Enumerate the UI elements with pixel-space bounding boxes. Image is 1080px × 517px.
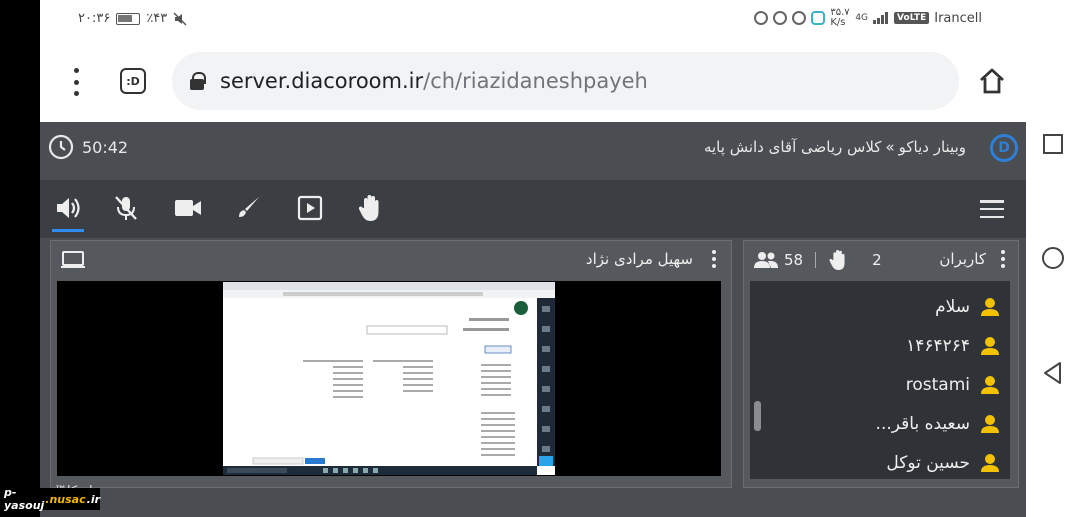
list-item[interactable]: سعیده باقر... (876, 414, 1000, 434)
watermark-highlight: .nusac (45, 492, 86, 506)
status-right: ۳۵.۷ K/s 4G VoLTE Irancell (754, 8, 982, 28)
clock: ۲۰:۳۶ (78, 11, 111, 26)
list-item[interactable]: سلام (935, 297, 1000, 317)
timer-value: 50:42 (82, 137, 129, 157)
webinar-toolbar (40, 180, 1026, 238)
watermark-prefix: p-yasouj (4, 486, 45, 512)
whatsapp-icon (754, 11, 769, 25)
user-name: حسین توکل (886, 453, 970, 473)
chrome-icon (773, 11, 788, 25)
participant-counts: 58 2 (754, 249, 882, 271)
counts-divider (815, 252, 817, 268)
user-name: rostami (905, 375, 970, 395)
carrier-name: Irancell (934, 10, 982, 26)
mic-muted-icon[interactable] (110, 192, 142, 224)
browser-toolbar: :D server.diacoroom.ir/ch/riazidaneshpay… (40, 40, 1026, 122)
monitor-icon (61, 251, 85, 268)
shared-screen-area (57, 281, 721, 476)
app-notification-icon (792, 11, 807, 25)
list-item[interactable]: حسین توکل (886, 453, 1000, 473)
user-name: ۱۴۶۴۲۶۴ (906, 336, 970, 356)
volte-badge: VoLTE (894, 12, 930, 24)
speaker-icon[interactable] (52, 192, 84, 232)
room-title: کلاس ریاضی آقای دانش پایه (703, 138, 882, 156)
raised-hand-icon (829, 250, 845, 270)
user-name: سعیده باقر... (875, 414, 970, 434)
mute-icon (173, 11, 187, 26)
user-name: سلام (935, 297, 970, 317)
users-count: 58 (784, 251, 804, 269)
shared-screen-content (223, 282, 555, 475)
battery-percent: ٪۴۳ (146, 11, 168, 26)
signal-icon (873, 12, 889, 24)
webinar-app: 50:42 وبینار دیاکو»کلاس ریاضی آقای دانش … (40, 122, 1026, 517)
list-item[interactable]: ۱۴۶۴۲۶۴ (906, 336, 1000, 356)
url-host: server.diacoroom.ir (220, 69, 424, 93)
status-bar: ۲۰:۳۶ ٪۴۳ ۳۵.۷ K/s 4G VoLTE Irancell (40, 0, 1026, 40)
watermark: p-yasouj .nusac .ir (0, 486, 101, 512)
status-left: ۲۰:۳۶ ٪۴۳ (78, 11, 187, 26)
user-icon (981, 298, 999, 316)
back-icon[interactable] (1040, 360, 1066, 386)
diaco-logo-icon: D (990, 134, 1018, 162)
session-timer: 50:42 (48, 134, 128, 160)
hand-icon[interactable] (354, 192, 386, 224)
user-icon (981, 415, 999, 433)
shared-screen-image (223, 282, 555, 475)
camera-icon[interactable] (172, 192, 204, 224)
users-panel: 58 2 کاربران سلام ۱۴۶۴۲۶۴ rostami سعیده … (743, 240, 1019, 488)
tabs-button[interactable]: :D (120, 68, 146, 94)
app-header: 50:42 وبینار دیاکو»کلاس ریاضی آقای دانش … (40, 122, 1026, 180)
breadcrumb-root[interactable]: وبینار دیاکو (899, 138, 966, 156)
users-panel-menu-button[interactable] (1000, 250, 1006, 268)
clock-icon (48, 134, 74, 160)
battery-icon (116, 12, 141, 25)
raised-hands-count: 2 (872, 251, 882, 269)
android-nav-bar (1026, 0, 1080, 517)
address-bar[interactable]: server.diacoroom.ir/ch/riazidaneshpayeh (172, 52, 959, 110)
network-type: 4G (855, 13, 869, 23)
user-icon (981, 454, 999, 472)
users-list: سلام ۱۴۶۴۲۶۴ rostami سعیده باقر... حسین … (750, 281, 1010, 479)
screen-share-header: سهیل مرادی نژاد (51, 241, 731, 279)
breadcrumb-separator: » (885, 138, 895, 156)
main-menu-button[interactable] (980, 200, 1004, 218)
list-item[interactable]: rostami (906, 375, 1000, 395)
user-icon (981, 337, 999, 355)
watermark-suffix: .ir (86, 492, 101, 506)
home-nav-icon[interactable] (1040, 245, 1066, 271)
url-path: /ch/riazidaneshpayeh (423, 69, 648, 93)
users-panel-title: کاربران (939, 250, 986, 268)
phone-screen: ۲۰:۳۶ ٪۴۳ ۳۵.۷ K/s 4G VoLTE Irancell :D … (40, 0, 1026, 517)
users-icon (754, 252, 778, 268)
screen-share-panel: سهیل مرادی نژاد (50, 240, 732, 488)
home-icon[interactable] (977, 66, 1007, 96)
user-icon (981, 376, 999, 394)
bubble-icon (811, 11, 826, 25)
lock-icon (190, 72, 206, 90)
screen-share-menu-button[interactable] (711, 250, 717, 268)
net-speed: ۳۵.۷ K/s (830, 7, 850, 28)
users-panel-header: 58 2 کاربران (744, 241, 1018, 279)
play-icon[interactable] (294, 192, 326, 224)
presenter-name: سهیل مرادی نژاد (585, 250, 693, 268)
brush-icon[interactable] (232, 192, 264, 224)
users-list-scrollbar[interactable] (754, 401, 761, 431)
browser-menu-button[interactable] (68, 68, 84, 96)
recents-icon[interactable] (1040, 131, 1066, 157)
breadcrumb: وبینار دیاکو»کلاس ریاضی آقای دانش پایه (704, 138, 966, 156)
